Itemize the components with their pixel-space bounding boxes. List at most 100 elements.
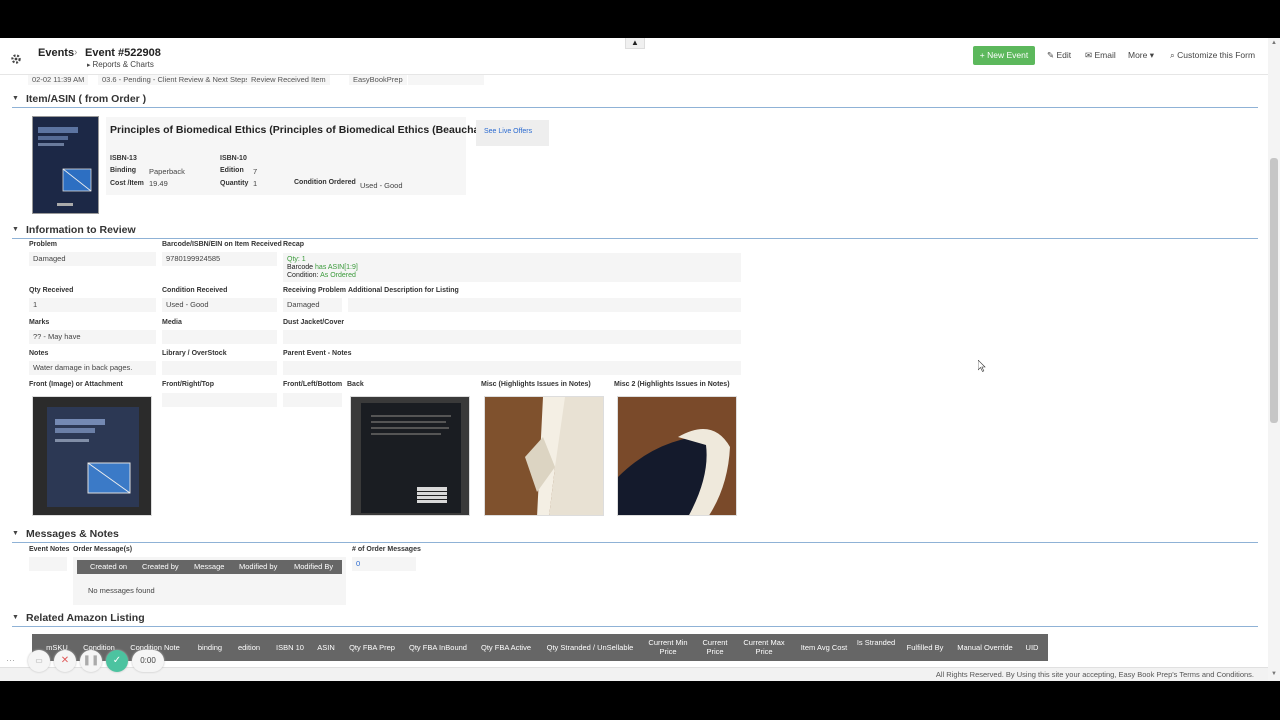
column-qty-fba-prep[interactable]: Qty FBA Prep [342,643,402,652]
media-field[interactable] [162,330,277,344]
chevron-down-icon: ▼ [12,95,19,102]
column-created-on[interactable]: Created on [90,562,127,571]
email-button[interactable]: ✉ Email [1085,50,1116,61]
column-isbn10[interactable]: ISBN 10 [270,643,310,652]
cost-value: 19.49 [149,179,168,188]
column-current-max-price[interactable]: Current Max Price [736,638,792,656]
event-notes-label: Event Notes [29,546,70,553]
receiving-problem-field[interactable]: Damaged [283,298,342,312]
binding-value: Paperback [149,167,185,176]
camera-icon[interactable]: ▭ [28,650,50,672]
edit-button[interactable]: ✎ Edit [1047,50,1071,61]
see-live-offers-label: See Live Offers [484,128,533,135]
condition-ordered-value: Used - Good [360,181,403,190]
column-modified-by-2[interactable]: Modified By [294,562,333,571]
collapse-header-button[interactable]: ▲ [625,38,645,49]
section-item-asin[interactable]: ▼ Item/ASIN ( from Order ) [12,93,1258,108]
event-notes-field[interactable] [29,557,67,571]
binding-label: Binding [110,167,137,174]
order-messages-count[interactable]: 0 [352,557,416,571]
customize-form-button[interactable]: ⌕ Customize this Form [1170,50,1255,61]
vertical-scrollbar[interactable]: ▲ ▼ [1268,38,1280,681]
more-menu[interactable]: More ▾ [1128,50,1154,61]
history-status: 03.6 - Pending - Client Review & Next St… [98,75,254,85]
chevron-down-icon: ▼ [12,530,19,537]
breadcrumb-events[interactable]: Events [38,47,74,59]
item-details-card: Principles of Biomedical Ethics (Princip… [106,117,502,195]
parent-event-label: Parent Event - Notes [283,350,352,357]
book-cover-image [32,116,99,214]
edition-label: Edition [220,167,244,174]
column-qty-stranded[interactable]: Qty Stranded / UnSellable [540,643,640,652]
notes-label: Notes [29,350,49,357]
gear-icon[interactable] [10,53,22,65]
scroll-down-icon[interactable]: ▼ [1271,671,1277,677]
cancel-icon[interactable]: ✕ [54,650,76,672]
empty-state: No messages found [88,586,155,595]
front-right-label: Front/Right/Top [162,381,214,388]
front-right-field[interactable] [162,393,277,407]
recap-barcode-suffix: has ASIN[1:9] [315,264,358,271]
section-messages-notes[interactable]: ▼ Messages & Notes [12,528,1258,543]
column-edition[interactable]: edition [232,643,266,652]
caret-right-icon: ▸ [87,62,91,69]
section-related-amazon-listing[interactable]: ▼ Related Amazon Listing [12,612,1258,627]
section-information-review[interactable]: ▼ Information to Review [12,224,1258,239]
recorder-toolbar: ⋯ ▭ ✕ ❚❚ ✓ 0:00 [6,650,166,672]
column-qty-fba-inbound[interactable]: Qty FBA InBound [404,643,472,652]
scrollbar-thumb[interactable] [1270,158,1278,423]
additional-description-field[interactable] [348,298,741,312]
drag-handle-icon[interactable]: ⋯ [6,655,15,666]
reports-link[interactable]: ▸ Reports & Charts [87,60,154,69]
misc2-photo[interactable] [617,396,737,516]
condition-received-field[interactable]: Used - Good [162,298,277,312]
see-live-offers-button[interactable]: See Live Offers [476,120,549,146]
notes-field[interactable]: Water damage in back pages. [29,361,156,375]
column-fulfilled-by[interactable]: Fulfilled By [900,643,950,652]
section-title: Information to Review [26,224,136,236]
recap-box: Qty: 1 Barcode has ASIN[1:9] Condition: … [283,253,741,282]
column-qty-fba-active[interactable]: Qty FBA Active [475,643,537,652]
column-modified-by[interactable]: Modified by [239,562,277,571]
library-label: Library / OverStock [162,350,227,357]
book-title[interactable]: Principles of Biomedical Ethics (Princip… [110,124,502,136]
breadcrumb-separator-icon: › [74,47,78,58]
cost-label: Cost /Item [110,180,144,187]
recap-condition-line: Condition: As Ordered [287,272,737,280]
column-manual-override[interactable]: Manual Override [954,643,1016,652]
marks-field[interactable]: ?? - May have [29,330,156,344]
column-created-by[interactable]: Created by [142,562,179,571]
column-current-price[interactable]: Current Price [697,638,733,656]
column-is-stranded[interactable]: Is Stranded [856,638,896,647]
new-event-button[interactable]: + New Event [973,46,1035,65]
column-asin[interactable]: ASIN [314,643,338,652]
qty-received-field[interactable]: 1 [29,298,156,312]
front-left-field[interactable] [283,393,342,407]
column-uid[interactable]: UID [1019,643,1045,652]
parent-event-field[interactable] [283,361,741,375]
condition-ordered-label: Condition Ordered [294,179,356,186]
front-photo[interactable] [32,396,152,516]
column-binding[interactable]: binding [190,643,230,652]
misc-label: Misc (Highlights Issues in Notes) [481,381,591,388]
column-message[interactable]: Message [194,562,224,571]
recap-qty: Qty: 1 [287,256,306,263]
barcode-field[interactable]: 9780199924585 [162,252,277,266]
scroll-up-icon[interactable]: ▲ [1271,40,1277,46]
problem-field[interactable]: Damaged [29,252,156,266]
envelope-icon: ✉ [1085,50,1093,60]
pencil-icon: ✎ [1047,50,1055,60]
amazon-listing-table-header: mSKU Condition Condition Note binding ed… [32,634,1048,661]
dust-jacket-field[interactable] [283,330,741,344]
pause-icon[interactable]: ❚❚ [80,650,102,672]
column-item-avg-cost[interactable]: Item Avg Cost [795,643,853,652]
column-current-min-price[interactable]: Current Min Price [642,638,694,656]
reports-label: Reports & Charts [92,60,154,69]
library-field[interactable] [162,361,277,375]
check-icon[interactable]: ✓ [106,650,128,672]
misc-photo[interactable] [484,396,604,516]
media-label: Media [162,319,182,326]
back-photo[interactable] [350,396,470,516]
app-window: Events › Event #522908 ▸ Reports & Charts… [0,38,1280,681]
recap-label: Recap [283,241,305,248]
